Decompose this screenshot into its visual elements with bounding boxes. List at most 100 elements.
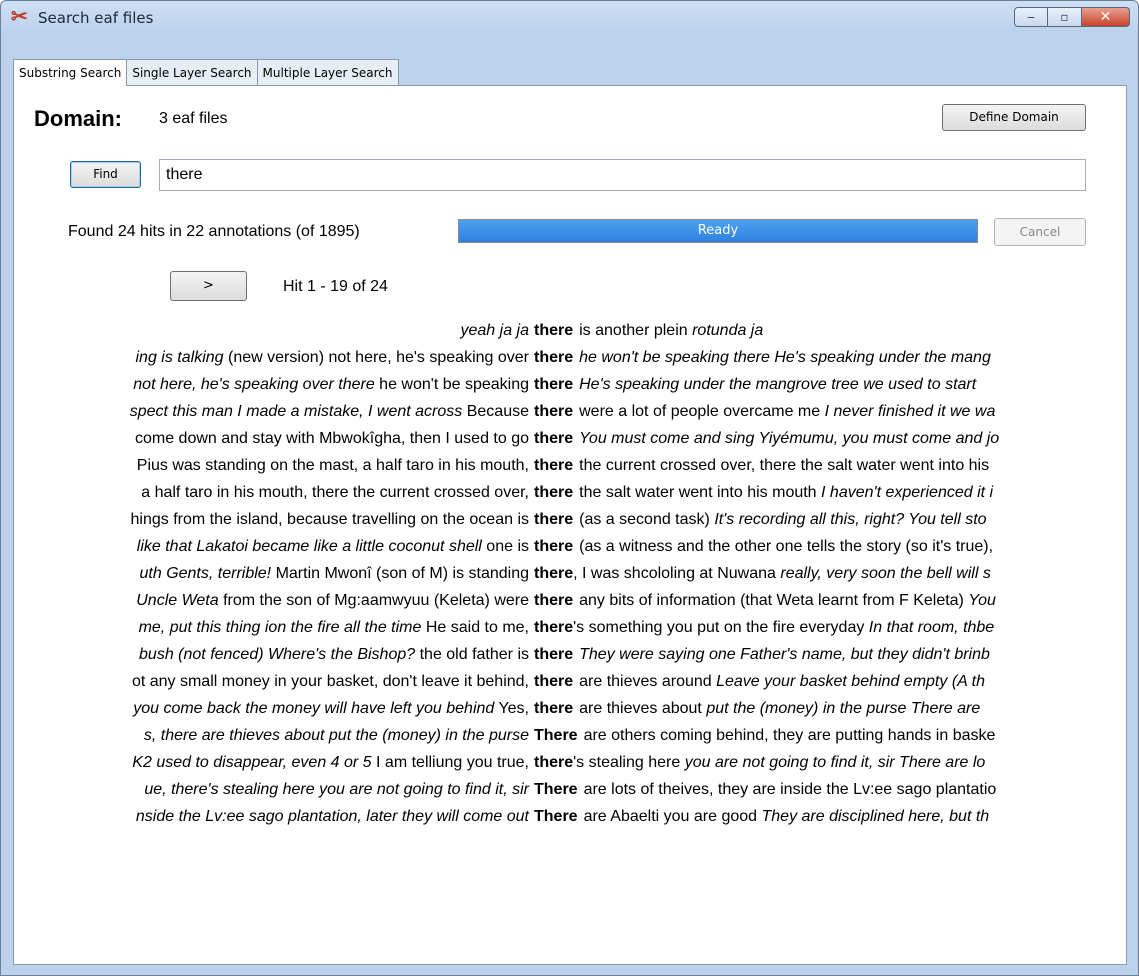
tab-single-layer-search[interactable]: Single Layer Search [126,59,258,85]
result-match: There [534,808,578,825]
result-row[interactable]: spect this man I made a mistake, I went … [14,403,1126,430]
result-right-context: (as a witness and the other one tells th… [579,538,993,556]
window-title: Search eaf files [38,9,154,27]
result-match: there [534,538,574,555]
close-icon: ✕ [1099,9,1112,25]
context-segment: s, there are thieves about put the (mone… [143,727,529,744]
result-match: there [534,484,574,501]
result-row[interactable]: ing is talking (new version) not here, h… [14,349,1126,376]
window-controls: ‒ ▫ ✕ [1014,7,1130,27]
result-right-context: , I was shcololing at Nuwana really, ver… [573,565,991,583]
context-segment: 's something you put on the fire everyda… [573,619,865,636]
result-right-context: are thieves about put the (money) in the… [579,700,980,718]
result-right-context: You must come and sing Yiyémumu, you mus… [579,430,999,448]
minimize-button[interactable]: ‒ [1014,7,1048,27]
tab-multiple-layer-search[interactable]: Multiple Layer Search [256,59,399,85]
result-row[interactable]: yeah ja ja there is another plein rotunda … [14,322,1126,349]
result-row[interactable]: like that Lakatoi became like a little c… [14,538,1126,565]
result-row[interactable]: Uncle Weta from the son of Mg:aamwyuu (K… [14,592,1126,619]
find-button[interactable]: Find [70,161,141,188]
result-match: there [534,754,574,771]
result-right-context: 's stealing here you are not going to fi… [573,754,985,772]
result-row[interactable]: come down and stay with Mbwokîgha, then … [14,430,1126,457]
context-segment: uth Gents, terrible! [139,565,272,582]
title-bar[interactable]: ✂ Search eaf files ‒ ▫ ✕ [1,1,1138,35]
context-segment: They are disciplined here, but th [761,808,990,825]
result-row[interactable]: ot any small money in your basket, don't… [14,673,1126,700]
context-segment: In that room, thbe [868,619,995,636]
context-segment: he won't be speaking there He's speaking… [579,349,991,366]
context-segment: are thieves around [579,673,712,690]
context-segment: He said to me, [425,619,529,636]
app-logo-icon: ✂ [11,6,28,28]
substring-search-panel: Domain: 3 eaf files Define Domain Find F… [13,85,1127,965]
result-left-context: spect this man I made a mistake, I went … [130,403,529,421]
context-segment: It's recording all this, right? You tell… [714,511,987,528]
next-page-button[interactable]: > [170,271,247,301]
search-window: ✂ Search eaf files ‒ ▫ ✕ Substring Searc… [0,0,1139,976]
result-left-context: s, there are thieves about put the (mone… [144,727,529,745]
context-segment: one is [486,538,529,555]
result-row[interactable]: nside the Lv:ee sago plantation, later t… [14,808,1126,835]
context-segment: you are not going to find it, sir There … [684,754,986,771]
result-match: there [534,673,574,690]
result-right-context: They were saying one Father's name, but … [579,646,990,664]
result-row[interactable]: uth Gents, terrible! Martin Mwonî (son o… [14,565,1126,592]
results-list[interactable]: yeah ja ja there is another plein rotunda … [14,322,1126,962]
context-segment: yeah ja ja [460,322,530,339]
result-right-context: the salt water went into his mouth I hav… [579,484,993,502]
context-segment: are Abaelti you are good [583,808,758,825]
context-segment: , I was shcololing at Nuwana [573,565,776,582]
result-row[interactable]: me, put this thing ion the fire all the … [14,619,1126,646]
result-match: there [534,403,574,420]
result-row[interactable]: a half taro in his mouth, there the curr… [14,484,1126,511]
result-match: there [534,700,574,717]
result-left-context: ing is talking (new version) not here, h… [136,349,530,367]
result-row[interactable]: bush (not fenced) Where's the Bishop? th… [14,646,1126,673]
cancel-button[interactable]: Cancel [994,218,1086,246]
context-segment: really, very soon the bell will s [780,565,991,582]
context-segment: spect this man I made a mistake, I went … [129,403,463,420]
result-left-context: come down and stay with Mbwokîgha, then … [135,430,529,448]
result-right-context: any bits of information (that Weta learn… [579,592,996,610]
result-right-context: are lots of theives, they are inside the… [584,781,997,799]
context-segment: the salt water went into his mouth [579,484,817,501]
result-row[interactable]: not here, he's speaking over there he wo… [14,376,1126,403]
tab-substring-search[interactable]: Substring Search [13,59,128,86]
close-button[interactable]: ✕ [1082,7,1130,27]
context-segment: They were saying one Father's name, but … [579,646,990,663]
result-row[interactable]: Pius was standing on the mast, a half ta… [14,457,1126,484]
context-segment: put the (money) in the purse There are [706,700,981,717]
define-domain-button[interactable]: Define Domain [942,104,1086,131]
result-row[interactable]: hings from the island, because travellin… [14,511,1126,538]
progress-bar: Ready [458,219,978,243]
result-left-context: me, put this thing ion the fire all the … [139,619,529,637]
result-row[interactable]: s, there are thieves about put the (mone… [14,727,1126,754]
context-segment: come down and stay with Mbwokîgha, then … [134,430,529,447]
result-row[interactable]: you come back the money will have left y… [14,700,1126,727]
maximize-button[interactable]: ▫ [1048,7,1082,27]
context-segment: ue, there's stealing here you are not go… [144,781,529,798]
result-row[interactable]: ue, there's stealing here you are not go… [14,781,1126,808]
context-segment: Pius was standing on the mast, a half ta… [136,457,529,474]
context-segment: you come back the money will have left y… [133,700,495,717]
context-segment: Martin Mwonî (son of M) is standing [275,565,529,582]
context-segment: ing is talking [135,349,224,366]
result-match: there [534,511,574,528]
context-segment: (new version) not here, he's speaking ov… [228,349,529,366]
context-segment: nside the Lv:ee sago plantation, later t… [135,808,529,825]
context-segment: Leave your basket behind empty (A th [716,673,986,690]
result-match: there [534,457,574,474]
result-right-context: the current crossed over, there the salt… [579,457,989,475]
context-segment: rotunda ja [692,322,764,339]
search-input[interactable] [159,159,1086,191]
result-right-context: (as a second task) It's recording all th… [579,511,986,529]
result-right-context: are thieves around Leave your basket beh… [579,673,985,691]
result-match: there [534,619,574,636]
context-segment: I am telliung you true, [376,754,529,771]
result-match: There [534,727,578,744]
domain-value: 3 eaf files [159,110,228,127]
result-match: there [534,646,574,663]
result-match: there [534,565,574,582]
result-row[interactable]: K2 used to disappear, even 4 or 5 I am t… [14,754,1126,781]
